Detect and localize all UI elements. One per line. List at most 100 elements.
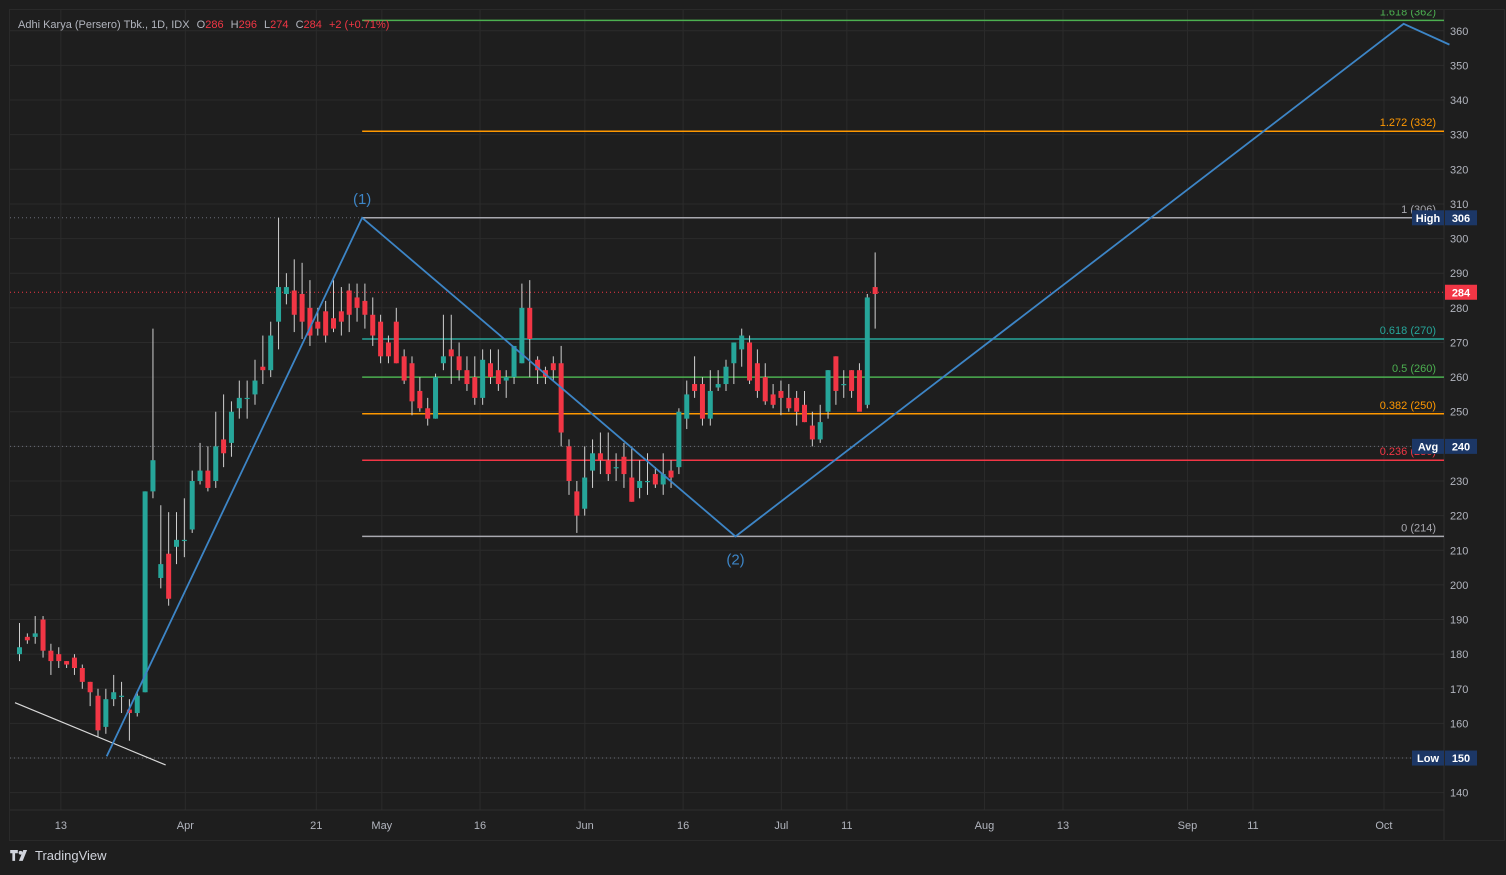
candle-body[interactable] [715,384,721,388]
candle-body[interactable] [699,384,705,419]
candle-body[interactable] [142,491,148,693]
candle-body[interactable] [668,470,674,478]
candle-body[interactable] [503,377,509,381]
candle-body[interactable] [174,539,179,547]
candle-body[interactable] [692,384,698,391]
candle-body[interactable] [236,397,242,409]
candle-body[interactable] [103,699,109,727]
candle-body[interactable] [597,453,603,461]
candle-body[interactable] [64,661,70,665]
candle-body[interactable] [323,311,329,336]
candle-body[interactable] [613,467,619,469]
candle-body[interactable] [841,384,847,386]
candle-body[interactable] [448,349,454,357]
candle-body[interactable] [205,470,211,488]
candle-body[interactable] [472,377,478,398]
candle-body[interactable] [833,356,839,391]
candle-body[interactable] [802,404,807,423]
candle-body[interactable] [276,287,282,322]
candle-body[interactable] [707,390,713,419]
candle-body[interactable] [762,377,768,402]
candle-body[interactable] [197,470,203,481]
candle-body[interactable] [268,335,274,371]
candle-body[interactable] [48,650,54,662]
candle-body[interactable] [228,411,234,443]
candle-body[interactable] [566,446,572,481]
candle-body[interactable] [24,636,30,641]
candle-body[interactable] [590,453,596,471]
candle-body[interactable] [495,370,501,385]
candle-body[interactable] [401,356,407,381]
candle-body[interactable] [362,300,368,315]
candle-body[interactable] [645,480,650,483]
candle-body[interactable] [393,321,399,364]
candle-body[interactable] [550,363,556,371]
candle-body[interactable] [849,370,855,391]
candle-body[interactable] [111,692,117,700]
candle-body[interactable] [605,460,611,475]
candle-body[interactable] [370,314,376,336]
candle-body[interactable] [150,460,156,492]
candle-body[interactable] [40,619,46,651]
candle-body[interactable] [221,439,227,454]
candle-body[interactable] [315,321,321,329]
candle-body[interactable] [213,446,219,481]
candle-body[interactable] [158,564,164,578]
candle-body[interactable] [338,311,344,322]
chart-canvas[interactable]: 140 150 160 170 180 190 200 210 220 230 240 250 260 2… [10,10,1504,840]
candle-body[interactable] [527,307,533,340]
candle-body[interactable] [621,456,627,475]
candle-body[interactable] [283,287,289,294]
candle-body[interactable] [181,539,187,542]
candle-body[interactable] [79,668,85,682]
candle-body[interactable] [354,297,360,308]
candle-body[interactable] [652,474,658,485]
wave-projection-line[interactable] [105,22,1450,757]
candle-body[interactable] [189,480,195,530]
candle-body[interactable] [684,394,690,419]
candle-body[interactable] [786,397,792,409]
candle-body[interactable] [409,363,415,402]
candle-body[interactable] [872,287,878,294]
candle-body[interactable] [244,397,250,400]
candle-body[interactable] [87,681,93,693]
candle-body[interactable] [817,422,823,440]
candle-body[interactable] [676,411,682,468]
candle-body[interactable] [637,480,643,488]
candle-body[interactable] [433,377,439,419]
candle-body[interactable] [134,695,140,714]
candle-body[interactable] [574,491,580,516]
candle-body[interactable] [825,370,831,412]
candle-body[interactable] [488,363,493,378]
tradingview-brand[interactable]: TradingView [10,848,107,863]
candle-body[interactable] [56,654,62,662]
candle-body[interactable] [629,477,635,502]
candle-body[interactable] [378,321,384,357]
candle-body[interactable] [425,408,431,419]
candle-body[interactable] [770,394,776,405]
candle-body[interactable] [511,345,517,378]
candle-body[interactable] [739,335,745,350]
candle-body[interactable] [809,425,815,440]
candle-body[interactable] [723,366,729,385]
candle-body[interactable] [456,356,462,371]
candle-body[interactable] [385,342,391,357]
candle-body[interactable] [32,633,38,637]
candle-body[interactable] [166,553,172,599]
candle-body[interactable] [17,647,22,655]
symbol-name[interactable]: Adhi Karya (Persero) Tbk., 1D, IDX [18,19,190,31]
candle-body[interactable] [864,297,870,405]
candle-body[interactable] [794,397,800,412]
candle-body[interactable] [260,366,266,371]
candle-body[interactable] [252,380,258,395]
candle-body[interactable] [331,318,336,329]
candle-body[interactable] [747,342,753,381]
candle-body[interactable] [856,370,862,412]
candle-body[interactable] [464,370,470,385]
candle-body[interactable] [558,363,564,433]
candle-body[interactable] [119,695,125,697]
candle-body[interactable] [582,477,588,509]
candle-body[interactable] [440,356,446,364]
candle-body[interactable] [480,359,486,398]
candle-body[interactable] [346,290,352,315]
